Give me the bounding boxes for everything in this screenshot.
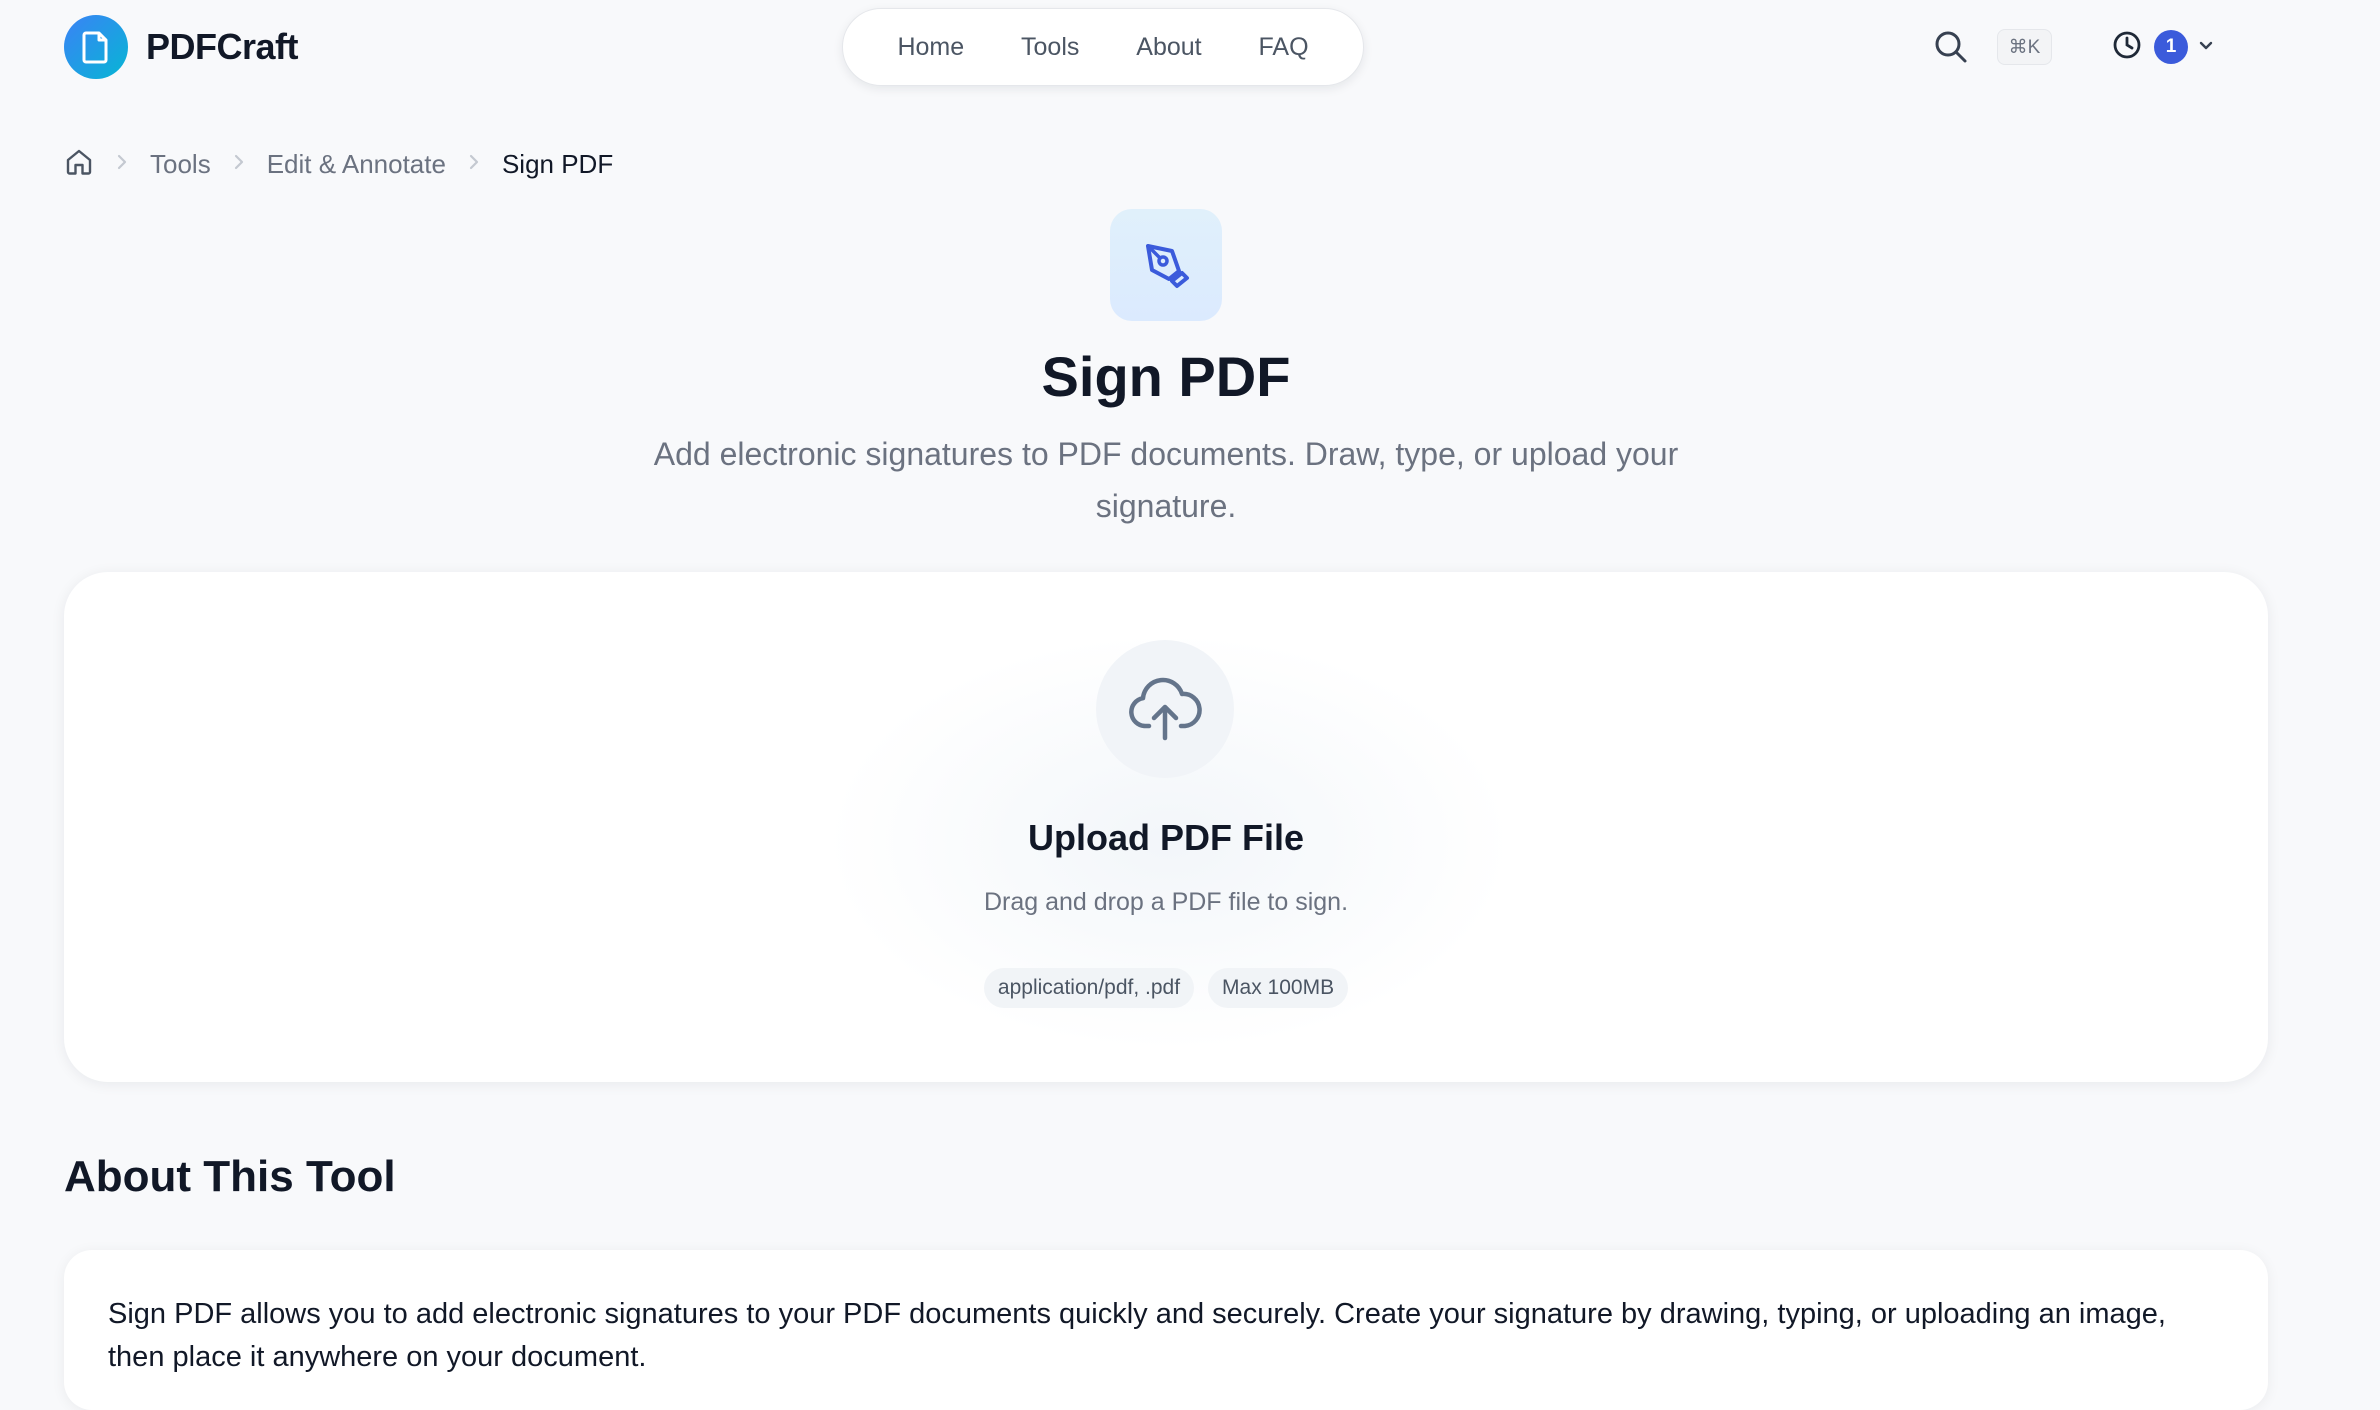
upload-description: Drag and drop a PDF file to sign. bbox=[983, 888, 1349, 916]
chevron-right-icon bbox=[468, 153, 480, 176]
search-icon[interactable] bbox=[1932, 28, 1970, 66]
history-count-badge: 1 bbox=[2154, 30, 2188, 64]
file-type-chip: application/pdf, .pdf bbox=[983, 968, 1195, 1008]
main-nav: Home Tools About FAQ bbox=[842, 8, 1364, 86]
page-subtitle: Add electronic signatures to PDF documen… bbox=[653, 436, 1679, 524]
nav-faq[interactable]: FAQ bbox=[1259, 33, 1309, 62]
about-text: Sign PDF allows you to add electronic si… bbox=[108, 1298, 2166, 1373]
chevron-right-icon bbox=[116, 153, 128, 176]
document-icon bbox=[64, 15, 128, 79]
chevron-down-icon bbox=[2198, 37, 2214, 58]
about-heading: About This Tool bbox=[64, 1152, 396, 1201]
brand-name: PDFCraft bbox=[146, 26, 299, 67]
nav-tools[interactable]: Tools bbox=[1021, 33, 1079, 62]
page-title: Sign PDF bbox=[1041, 345, 1291, 408]
history-button[interactable]: 1 bbox=[2112, 28, 2214, 66]
home-icon[interactable] bbox=[64, 147, 94, 182]
pen-tool-icon bbox=[1110, 209, 1222, 321]
breadcrumb-tools[interactable]: Tools bbox=[150, 149, 211, 180]
breadcrumb: Tools Edit & Annotate Sign PDF bbox=[64, 146, 613, 182]
upload-dropzone[interactable]: Upload PDF File Drag and drop a PDF file… bbox=[64, 572, 2268, 1082]
cloud-upload-icon bbox=[1096, 640, 1234, 778]
nav-about[interactable]: About bbox=[1136, 33, 1201, 62]
chevron-right-icon bbox=[233, 153, 245, 176]
about-card: Sign PDF allows you to add electronic si… bbox=[64, 1250, 2268, 1410]
nav-home[interactable]: Home bbox=[897, 33, 964, 62]
shortcut-hint: ⌘K bbox=[1997, 29, 2052, 65]
breadcrumb-current: Sign PDF bbox=[501, 148, 614, 179]
upload-constraints: application/pdf, .pdf Max 100MB bbox=[64, 968, 2268, 1008]
breadcrumb-edit-annotate[interactable]: Edit & Annotate bbox=[267, 149, 446, 180]
clock-icon bbox=[2112, 30, 2142, 65]
logo-link[interactable]: PDFCraft bbox=[64, 15, 299, 79]
max-size-chip: Max 100MB bbox=[1208, 968, 1349, 1008]
upload-title: Upload PDF File bbox=[1027, 817, 1304, 858]
site-header: PDFCraft Home Tools About FAQ ⌘K 1 bbox=[0, 0, 2380, 94]
